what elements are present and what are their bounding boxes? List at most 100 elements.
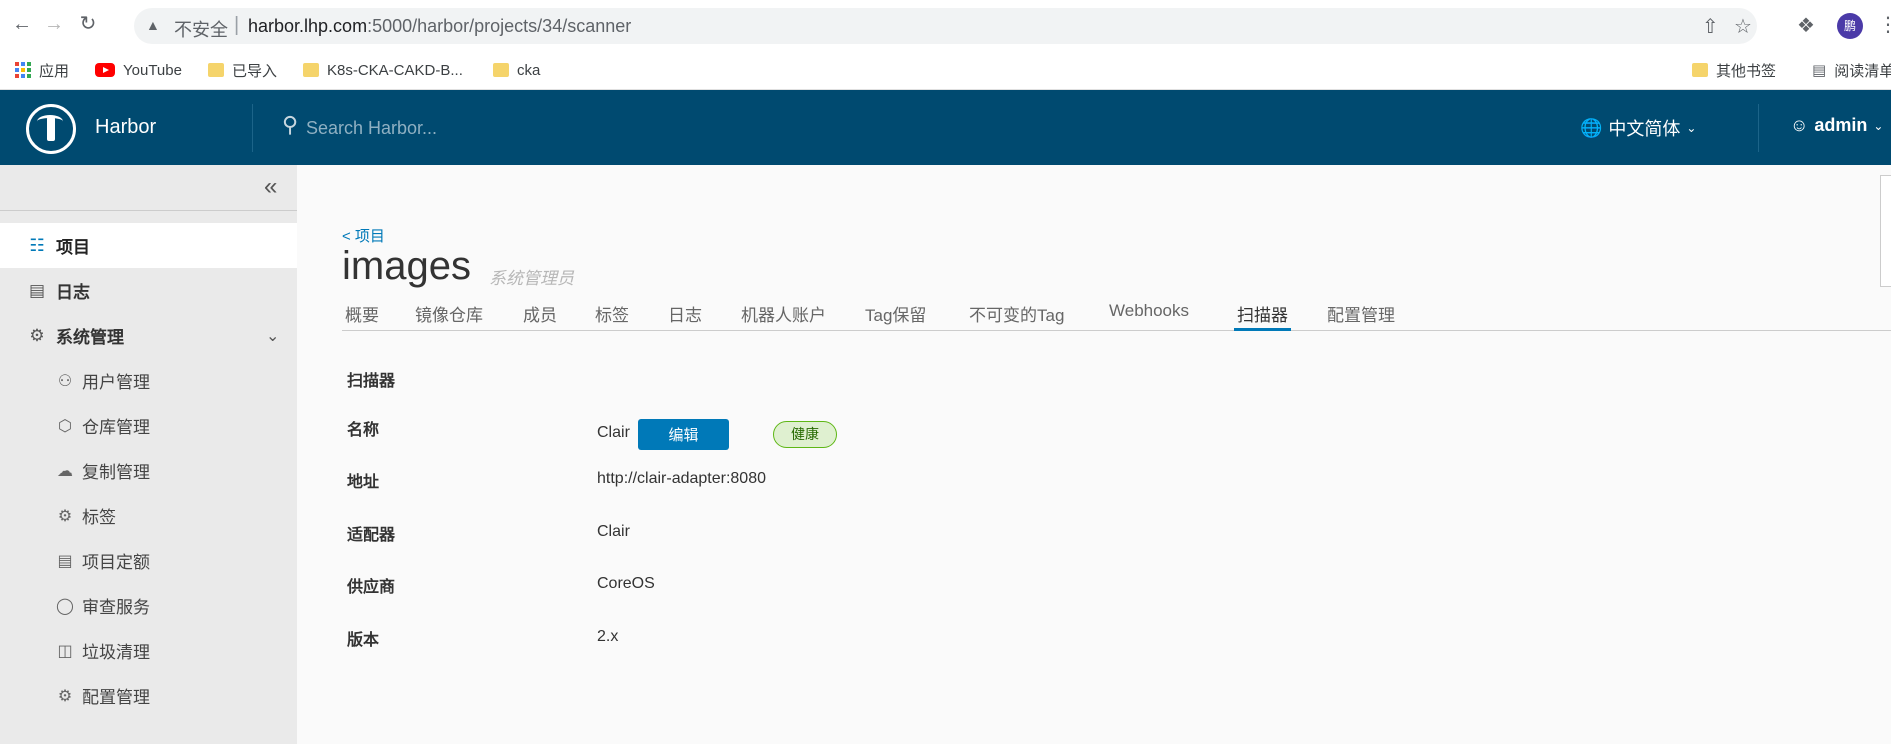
- project-icon: ☷: [29, 235, 45, 255]
- bookmark-imported[interactable]: 已导入: [208, 58, 277, 82]
- gear-icon: ⚙: [57, 687, 73, 705]
- user-menu[interactable]: ☺ admin ⌄: [1790, 115, 1883, 136]
- harbor-logo-icon[interactable]: [26, 104, 76, 154]
- sidebar-item-interrogation[interactable]: ◯ 审查服务: [0, 583, 297, 628]
- tab-immutable-tag[interactable]: 不可变的Tag: [966, 301, 1067, 331]
- warning-icon[interactable]: ▲: [146, 17, 160, 33]
- side-panel-edge: [1880, 175, 1891, 287]
- sidebar-item-label: 项目定额: [82, 553, 150, 572]
- bookmarks-bar: 应用 YouTube 已导入 K8s-CKA-CAKD-B... cka 其他书…: [0, 50, 1891, 90]
- header-divider: [252, 104, 253, 152]
- reading-list-icon: ▤: [1812, 62, 1827, 79]
- globe-icon: 🌐: [1580, 117, 1603, 138]
- log-icon: ▤: [28, 280, 46, 300]
- sidebar-item-projects[interactable]: ☷ 项目: [0, 223, 297, 268]
- admin-icon: ⚙: [29, 325, 45, 345]
- sidebar-item-label: 复制管理: [82, 463, 150, 482]
- sidebar-item-label: 用户管理: [82, 373, 150, 392]
- sidebar-item-config[interactable]: ⚙ 配置管理: [0, 673, 297, 718]
- back-icon[interactable]: ←: [10, 12, 34, 36]
- bookmark-youtube[interactable]: YouTube: [95, 58, 182, 82]
- bookmark-other[interactable]: 其他书签: [1692, 58, 1776, 82]
- search-input[interactable]: [306, 114, 606, 142]
- sidebar-item-replication[interactable]: ☁ 复制管理: [0, 448, 297, 493]
- tab-logs[interactable]: 日志: [665, 301, 705, 331]
- tab-robot-accounts[interactable]: 机器人账户: [738, 301, 829, 331]
- chevron-down-icon: ⌄: [1873, 118, 1884, 133]
- url-text[interactable]: harbor.lhp.com:5000/harbor/projects/34/s…: [248, 16, 631, 37]
- sidebar-item-label: 配置管理: [82, 688, 150, 707]
- brand-name[interactable]: Harbor: [95, 116, 156, 139]
- bookmark-k8s[interactable]: K8s-CKA-CAKD-B...: [303, 58, 463, 82]
- tab-configuration[interactable]: 配置管理: [1324, 301, 1398, 331]
- extensions-icon[interactable]: ❖: [1797, 13, 1815, 38]
- scanner-section-title: 扫描器: [347, 373, 396, 390]
- sidebar-item-registries[interactable]: ⬡ 仓库管理: [0, 403, 297, 448]
- scanner-version-label: 版本: [347, 632, 380, 649]
- chevron-down-icon: ⌄: [1686, 121, 1697, 135]
- shield-icon: ◯: [56, 597, 74, 615]
- sidebar-item-label: 审查服务: [82, 598, 150, 617]
- sidebar-item-label: 系统管理: [56, 328, 124, 347]
- collapse-sidebar-icon[interactable]: «: [264, 173, 277, 201]
- scanner-endpoint-label: 地址: [347, 474, 380, 491]
- language-selector[interactable]: 🌐 中文简体 ⌄: [1580, 115, 1696, 141]
- registry-icon: ⬡: [58, 417, 72, 435]
- main-content: < 项目 images 系统管理员 概要 镜像仓库 成员 标签 日志 机器人账户…: [297, 165, 1891, 744]
- bookmark-label: YouTube: [123, 61, 182, 79]
- bookmark-label: 应用: [39, 62, 70, 80]
- scanner-vendor-value: CoreOS: [597, 575, 655, 592]
- sidebar-item-logs[interactable]: ▤ 日志: [0, 268, 297, 313]
- reload-icon[interactable]: ↻: [76, 12, 100, 36]
- tab-scanner[interactable]: 扫描器: [1234, 301, 1291, 331]
- tab-webhooks[interactable]: Webhooks: [1106, 301, 1192, 331]
- folder-icon: [1692, 63, 1708, 77]
- sidebar-item-label: 标签: [82, 508, 116, 527]
- scanner-name-label: 名称: [347, 422, 380, 439]
- sidebar-item-administration[interactable]: ⚙ 系统管理 ⌄: [0, 313, 297, 358]
- bookmark-cka[interactable]: cka: [493, 58, 540, 82]
- tab-repositories[interactable]: 镜像仓库: [412, 301, 486, 331]
- menu-icon[interactable]: ⋮: [1878, 12, 1891, 37]
- bookmark-apps[interactable]: 应用: [15, 58, 69, 82]
- forward-icon[interactable]: →: [42, 12, 66, 36]
- sidebar-item-users[interactable]: ⚇ 用户管理: [0, 358, 297, 403]
- scanner-vendor-label: 供应商: [347, 579, 396, 596]
- edit-scanner-button[interactable]: 编辑: [638, 419, 729, 450]
- sidebar-collapse-row: «: [0, 165, 297, 211]
- insecure-label[interactable]: 不安全: [174, 16, 228, 42]
- trash-icon: ◫: [57, 642, 73, 660]
- tab-labels[interactable]: 标签: [592, 301, 632, 331]
- app-header: Harbor ⚲ 🌐 中文简体 ⌄ ☺ admin ⌄: [0, 90, 1891, 165]
- bookmark-label: K8s-CKA-CAKD-B...: [327, 61, 463, 79]
- tab-summary[interactable]: 概要: [342, 301, 382, 331]
- role-label: 系统管理员: [489, 269, 574, 288]
- tab-members[interactable]: 成员: [520, 301, 560, 331]
- browser-toolbar: ← → ↻ ▲ 不安全 | harbor.lhp.com:5000/harbor…: [0, 0, 1891, 50]
- quota-icon: ▤: [57, 552, 73, 570]
- apps-icon: [15, 62, 31, 78]
- language-label: 中文简体: [1608, 119, 1681, 139]
- sidebar-item-label: 垃圾清理: [82, 643, 150, 662]
- sidebar-item-label: 项目: [56, 238, 90, 257]
- sidebar: « ☷ 项目 ▤ 日志 ⚙ 系统管理 ⌄ ⚇ 用户管理 ⬡ 仓库管理 ☁ 复制管…: [0, 165, 297, 744]
- breadcrumb[interactable]: < 项目: [342, 225, 385, 246]
- profile-avatar[interactable]: 鹏: [1837, 13, 1863, 39]
- sidebar-item-label: 仓库管理: [82, 418, 150, 437]
- chevron-down-icon: ⌄: [266, 327, 280, 345]
- scanner-name-value: Clair: [597, 424, 630, 441]
- sidebar-item-gc[interactable]: ◫ 垃圾清理: [0, 628, 297, 673]
- share-icon[interactable]: ⇧: [1702, 14, 1719, 39]
- tag-icon: ⚙︎: [57, 507, 73, 525]
- username: admin: [1814, 115, 1868, 135]
- scanner-adapter-value: Clair: [597, 523, 630, 540]
- folder-icon: [208, 63, 224, 77]
- star-icon[interactable]: ☆: [1734, 14, 1752, 39]
- tab-tag-retention[interactable]: Tag保留: [862, 301, 929, 331]
- sidebar-item-labels[interactable]: ⚙︎ 标签: [0, 493, 297, 538]
- youtube-icon: [95, 63, 115, 77]
- url-path: :5000/harbor/projects/34/scanner: [367, 16, 632, 36]
- sidebar-item-quotas[interactable]: ▤ 项目定额: [0, 538, 297, 583]
- address-bar[interactable]: ▲ 不安全 | harbor.lhp.com:5000/harbor/proje…: [134, 8, 1757, 44]
- bookmark-reading-list[interactable]: ▤ 阅读清单: [1812, 58, 1891, 82]
